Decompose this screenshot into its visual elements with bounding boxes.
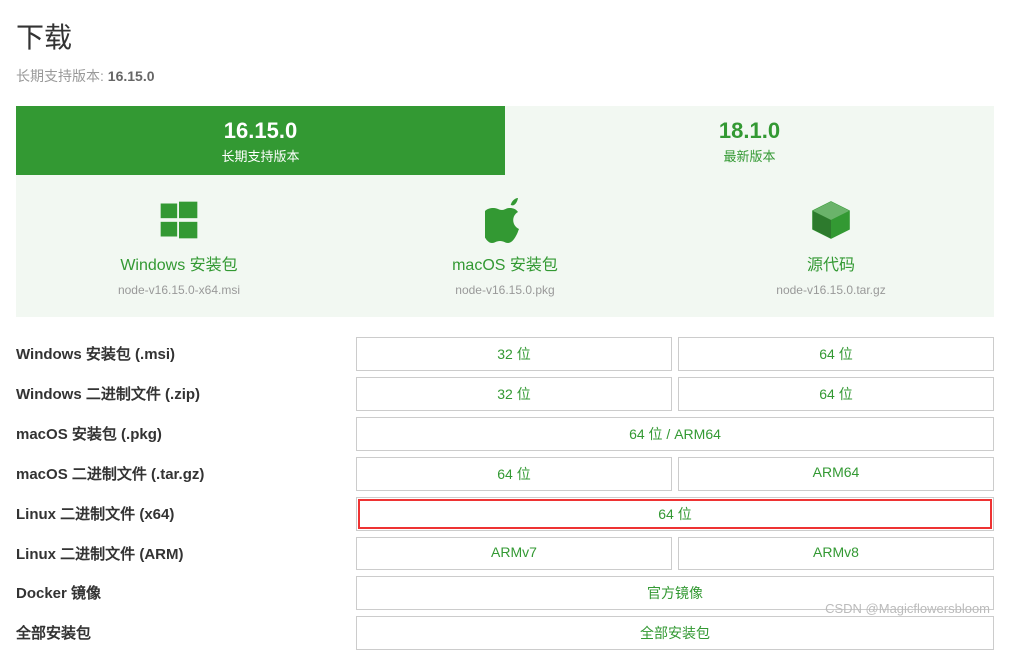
platform-source[interactable]: 源代码 node-v16.15.0.tar.gz [668,195,994,297]
page-title: 下载 [16,16,994,56]
platform-source-file: node-v16.15.0.tar.gz [668,283,994,297]
download-links: 全部安装包 [356,616,994,650]
download-link[interactable]: ARMv7 [356,537,672,570]
download-label: Docker 镜像 [16,576,356,610]
tab-lts-version: 16.15.0 [16,118,505,144]
download-label: Linux 二进制文件 (ARM) [16,537,356,570]
tab-current[interactable]: 18.1.0 最新版本 [505,106,994,175]
platform-macos-file: node-v16.15.0.pkg [342,283,668,297]
download-link[interactable]: 全部安装包 [356,616,994,650]
download-link[interactable]: ARMv8 [678,537,994,570]
download-row: Windows 二进制文件 (.zip)32 位64 位 [16,377,994,411]
platform-row: Windows 安装包 node-v16.15.0-x64.msi macOS … [16,175,994,317]
platform-windows-label: Windows 安装包 [16,251,342,275]
lts-version-text: 16.15.0 [108,68,155,84]
download-links: 64 位ARM64 [356,457,994,491]
download-link[interactable]: 64 位 / ARM64 [356,417,994,451]
platform-windows[interactable]: Windows 安装包 node-v16.15.0-x64.msi [16,195,342,297]
download-row: macOS 安装包 (.pkg)64 位 / ARM64 [16,417,994,451]
tab-lts-label: 长期支持版本 [16,146,505,165]
download-links: 官方镜像 [356,576,994,610]
download-links: 64 位 [356,497,994,531]
download-label: Linux 二进制文件 (x64) [16,497,356,531]
download-link[interactable]: 64 位 [678,377,994,411]
download-label: macOS 安装包 (.pkg) [16,417,356,451]
subtitle-prefix: 长期支持版本: [16,68,108,84]
download-links: 32 位64 位 [356,377,994,411]
download-table: Windows 安装包 (.msi)32 位64 位Windows 二进制文件 … [16,337,994,650]
download-links: ARMv7ARMv8 [356,537,994,570]
download-label: Windows 安装包 (.msi) [16,337,356,371]
download-row: macOS 二进制文件 (.tar.gz)64 位ARM64 [16,457,994,491]
download-row: Linux 二进制文件 (x64)64 位 [16,497,994,531]
apple-icon [342,195,668,245]
download-link[interactable]: 32 位 [356,337,672,371]
windows-icon [16,195,342,245]
subtitle: 长期支持版本: 16.15.0 [16,66,994,86]
version-tabs: 16.15.0 长期支持版本 18.1.0 最新版本 [16,106,994,175]
download-row: Windows 安装包 (.msi)32 位64 位 [16,337,994,371]
download-label: macOS 二进制文件 (.tar.gz) [16,457,356,491]
tab-current-label: 最新版本 [505,146,994,165]
download-link[interactable]: 64 位 [356,457,672,491]
platform-macos-label: macOS 安装包 [342,251,668,275]
download-link[interactable]: 64 位 [356,497,994,531]
download-link[interactable]: 64 位 [678,337,994,371]
download-link[interactable]: ARM64 [678,457,994,491]
download-label: 全部安装包 [16,616,356,650]
download-row: Linux 二进制文件 (ARM)ARMv7ARMv8 [16,537,994,570]
download-links: 64 位 / ARM64 [356,417,994,451]
platform-macos[interactable]: macOS 安装包 node-v16.15.0.pkg [342,195,668,297]
download-label: Windows 二进制文件 (.zip) [16,377,356,411]
download-row: Docker 镜像官方镜像 [16,576,994,610]
download-link[interactable]: 32 位 [356,377,672,411]
download-row: 全部安装包全部安装包 [16,616,994,650]
platform-windows-file: node-v16.15.0-x64.msi [16,283,342,297]
cube-icon [668,195,994,245]
download-links: 32 位64 位 [356,337,994,371]
tab-lts[interactable]: 16.15.0 长期支持版本 [16,106,505,175]
platform-source-label: 源代码 [668,251,994,275]
tab-current-version: 18.1.0 [505,118,994,144]
download-link[interactable]: 官方镜像 [356,576,994,610]
